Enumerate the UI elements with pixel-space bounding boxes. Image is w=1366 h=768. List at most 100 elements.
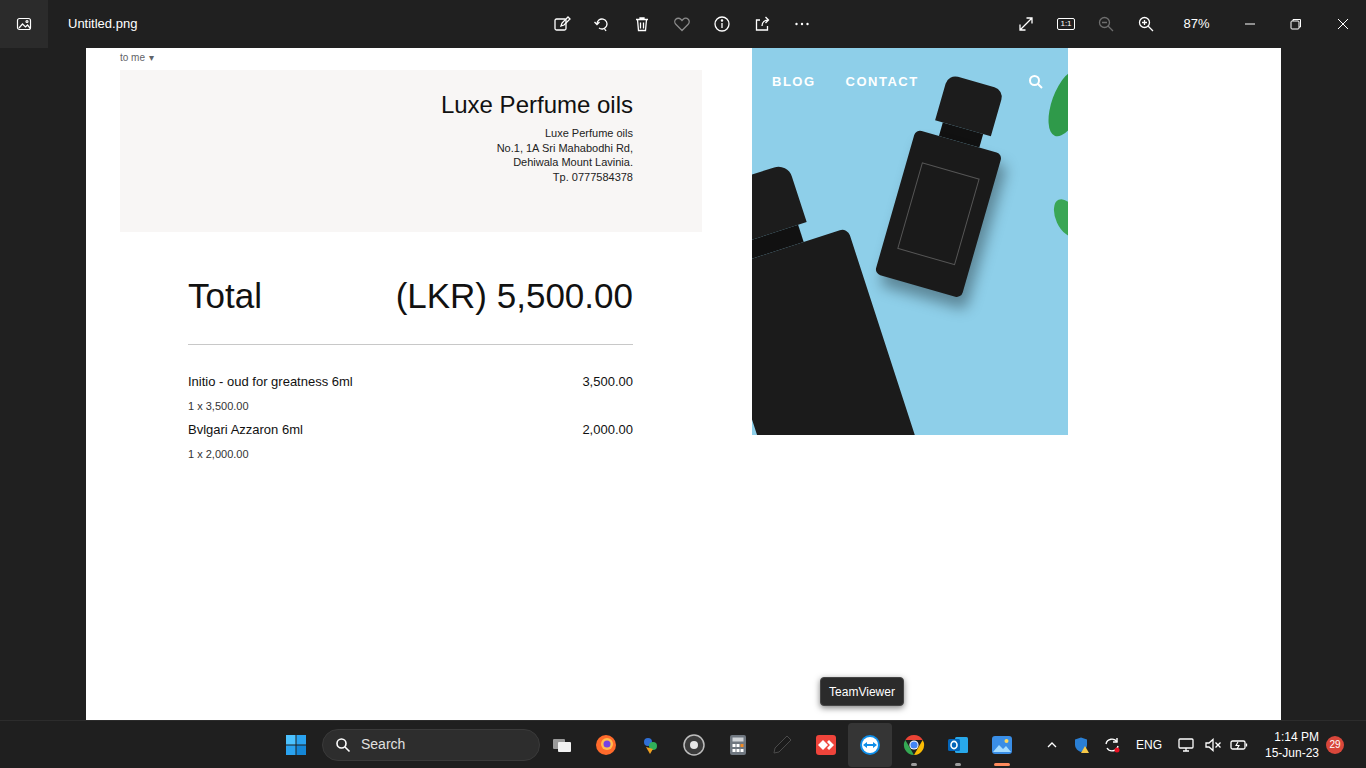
search-icon: [335, 737, 351, 753]
taskbar-app[interactable]: [980, 723, 1024, 767]
notification-badge[interactable]: 29: [1326, 736, 1344, 754]
anydesk-icon: [814, 733, 838, 757]
running-indicator: [955, 763, 961, 766]
taskbar-app[interactable]: [892, 723, 936, 767]
pen-icon: [770, 733, 794, 757]
task-view-icon: [550, 733, 574, 757]
more-icon[interactable]: [782, 4, 822, 44]
delete-icon[interactable]: [622, 4, 662, 44]
view-controls: 1:1 87%: [1006, 0, 1366, 48]
nav-link[interactable]: CONTACT: [846, 72, 919, 92]
shop-address: Luxe Perfume oilsNo.1, 1A Sri Mahabodhi …: [497, 126, 633, 184]
app-indicator-slot: [672, 763, 716, 766]
firefox-icon: [594, 733, 618, 757]
zoom-out-icon: [1097, 15, 1115, 33]
taskbar-app[interactable]: [760, 723, 804, 767]
recipient-caret: ▾: [149, 50, 154, 65]
taskbar-app[interactable]: [716, 723, 760, 767]
taskbar-app[interactable]: [848, 723, 892, 767]
image-canvas: to me ▾ Luxe Perfume oils Luxe Perfume o…: [86, 48, 1281, 720]
app-indicator-slot: [584, 763, 628, 766]
taskbar-app[interactable]: [540, 723, 584, 767]
photos-icon: [990, 733, 1014, 757]
edit-icon[interactable]: [542, 4, 582, 44]
teamviewer-icon: [858, 733, 882, 757]
close-icon[interactable]: [1319, 0, 1366, 48]
item-price: 3,500.00: [582, 372, 633, 392]
total-value: (LKR) 5,500.00: [396, 276, 633, 316]
calculator-icon: [726, 733, 750, 757]
shield-warning-icon[interactable]: [1067, 736, 1097, 754]
app-indicator-slot: [848, 763, 892, 766]
taskbar-app[interactable]: [672, 723, 716, 767]
zoom-in-icon[interactable]: [1126, 4, 1166, 44]
toolbar: [542, 4, 822, 44]
window-title: Untitled.png: [48, 14, 542, 34]
order-summary: Total (LKR) 5,500.00 Initio - oud for gr…: [188, 266, 633, 466]
leaf: [1041, 65, 1068, 141]
order-item: Bvlgari Azzaron 6ml 2,000.001 x 2,000.00: [188, 418, 633, 466]
recipient-row[interactable]: to me ▾: [120, 48, 702, 70]
colorful-icon: [638, 733, 662, 757]
network-icon[interactable]: [1171, 736, 1201, 754]
nav-link[interactable]: BLOG: [772, 72, 816, 92]
obs-icon: [682, 733, 706, 757]
item-quantity: 1 x 3,500.00: [188, 394, 633, 418]
clock[interactable]: 1:14 PM 15-Jun-23: [1253, 729, 1323, 761]
address-line: Luxe Perfume oils: [545, 126, 633, 141]
item-quantity: 1 x 2,000.00: [188, 442, 633, 466]
item-name: Bvlgari Azzaron 6ml: [188, 420, 303, 440]
app-indicator-slot: [716, 763, 760, 766]
taskbar-app[interactable]: [936, 723, 980, 767]
start-icon[interactable]: [274, 723, 318, 767]
order-items: Initio - oud for greatness 6ml3,500.001 …: [188, 345, 633, 466]
zoom-out-button[interactable]: [1086, 4, 1126, 44]
running-indicator: [911, 763, 917, 766]
language[interactable]: ENG: [1127, 736, 1171, 754]
zoom-level[interactable]: 87%: [1166, 14, 1227, 34]
clock-date: 15-Jun-23: [1265, 745, 1319, 761]
total-label: Total: [188, 276, 262, 316]
taskbar-app[interactable]: [804, 723, 848, 767]
small-bottle: [875, 70, 1020, 299]
item-price: 2,000.00: [582, 420, 633, 440]
taskbar-app[interactable]: [584, 723, 628, 767]
shop-header: Luxe Perfume oils Luxe Perfume oilsNo.1,…: [120, 70, 702, 232]
app-icon[interactable]: [0, 0, 48, 48]
app-indicator-slot: [892, 763, 936, 766]
search-box[interactable]: Search: [322, 729, 540, 761]
minimize-icon[interactable]: [1227, 0, 1273, 48]
viewer: to me ▾ Luxe Perfume oils Luxe Perfume o…: [0, 48, 1366, 720]
taskbar: Search ENG 1:14 PM: [0, 720, 1366, 768]
chevron-up-icon[interactable]: [1037, 739, 1067, 751]
rotate-icon[interactable]: [582, 4, 622, 44]
restore-icon[interactable]: [1273, 0, 1319, 48]
photos-window: Untitled.png: [0, 0, 1366, 768]
speaker-muted-icon[interactable]: [1201, 736, 1225, 754]
system-tray: ENG 1:14 PM 15-Jun-23 29: [1037, 721, 1347, 768]
outlook-icon: [946, 733, 970, 757]
app-indicator-slot: [760, 763, 804, 766]
sync-icon[interactable]: [1097, 736, 1127, 754]
chrome-icon: [902, 733, 926, 757]
actual-size-button[interactable]: 1:1: [1046, 4, 1086, 44]
taskbar-app[interactable]: [628, 723, 672, 767]
search-icon[interactable]: [1028, 74, 1044, 90]
order-item: Initio - oud for greatness 6ml3,500.001 …: [188, 370, 633, 418]
taskbar-apps: [540, 723, 1024, 767]
app-indicator-slot: [804, 763, 848, 766]
info-icon[interactable]: [702, 4, 742, 44]
favorite-icon[interactable]: [662, 4, 702, 44]
email-receipt: to me ▾ Luxe Perfume oils Luxe Perfume o…: [120, 48, 702, 466]
running-indicator: [994, 763, 1010, 766]
fullscreen-icon[interactable]: [1006, 4, 1046, 44]
address-line: Dehiwala Mount Lavinia.: [513, 155, 633, 170]
search-label: Search: [361, 734, 405, 755]
address-line: No.1, 1A Sri Mahabodhi Rd,: [497, 141, 633, 156]
battery-icon[interactable]: [1225, 736, 1253, 754]
recipient: to me: [120, 50, 145, 65]
clock-time: 1:14 PM: [1274, 729, 1319, 745]
leaf: [1049, 195, 1068, 241]
share-icon[interactable]: [742, 4, 782, 44]
total-row: Total (LKR) 5,500.00: [188, 266, 633, 345]
